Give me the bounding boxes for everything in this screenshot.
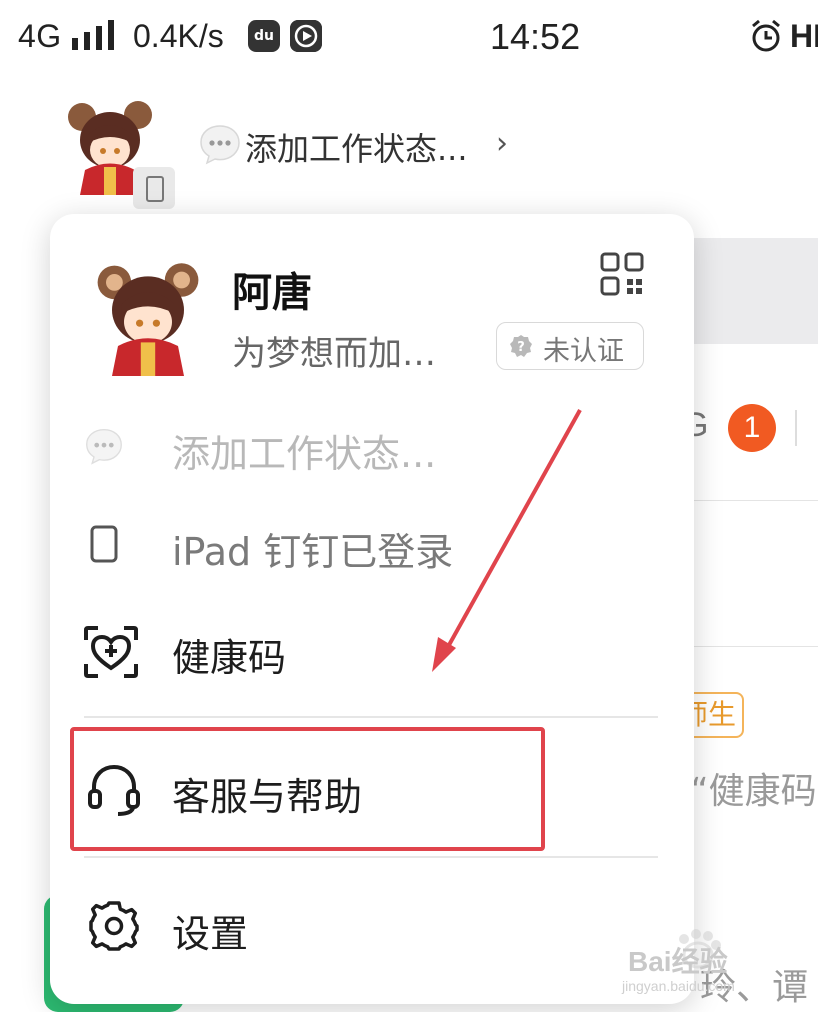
menu-item-settings[interactable]: 设置	[50, 886, 694, 966]
profile-avatar[interactable]	[88, 256, 208, 376]
watermark-text: Bai经验	[628, 946, 728, 977]
verify-status-label: 未认证	[543, 336, 624, 367]
background-snippet: “健康码	[690, 771, 817, 812]
chevron-right-icon: ›	[496, 126, 508, 161]
chat-bubble-icon	[86, 428, 122, 465]
menu-item-health-code[interactable]: 健康码	[50, 610, 694, 690]
network-type: 4G	[18, 18, 62, 54]
status-bar: 4G 0.4K/s du 14:52 HI	[0, 0, 818, 76]
svg-text:?: ?	[517, 340, 525, 355]
header-status-link[interactable]: 添加工作状态...	[245, 124, 468, 170]
signal-icon	[72, 20, 114, 50]
device-indicator-icon	[133, 167, 175, 209]
menu-item-ipad-login[interactable]: iPad 钉钉已登录	[50, 504, 694, 584]
unread-badge: 1	[728, 404, 776, 452]
verify-status-button[interactable]: ? 未认证	[496, 322, 644, 370]
network-speed: 0.4K/s	[133, 18, 224, 54]
menu-item-label: 设置	[172, 912, 249, 956]
alarm-icon	[752, 19, 780, 52]
hd-indicator: HI	[790, 18, 818, 54]
menu-item-label: 健康码	[172, 636, 287, 680]
tablet-icon	[90, 525, 118, 563]
app-notification-icon: du	[248, 20, 280, 52]
background-separator	[795, 410, 797, 446]
question-badge-icon: ?	[510, 335, 532, 357]
profile-name: 阿唐	[232, 270, 312, 316]
gear-icon	[89, 901, 139, 951]
menu-divider	[84, 856, 658, 858]
clock: 14:52	[490, 16, 581, 57]
menu-divider	[84, 716, 658, 718]
highlight-box	[70, 727, 545, 851]
play-notification-icon	[290, 20, 322, 52]
profile-slogan[interactable]: 为梦想而加…	[232, 326, 436, 375]
menu-item-label: 添加工作状态...	[172, 432, 437, 476]
menu-item-work-status[interactable]: 添加工作状态...	[50, 406, 694, 486]
watermark-url: jingyan.baidu.com	[622, 978, 735, 994]
menu-item-label: iPad 钉钉已登录	[172, 530, 454, 574]
qr-code-icon[interactable]	[600, 252, 644, 296]
health-code-icon	[84, 626, 138, 678]
status-bubble-icon	[200, 125, 240, 165]
profile-popup: 阿唐 为梦想而加… ? 未认证 添加工作状态... iPad 钉钉已登录 健康码…	[50, 214, 694, 1004]
